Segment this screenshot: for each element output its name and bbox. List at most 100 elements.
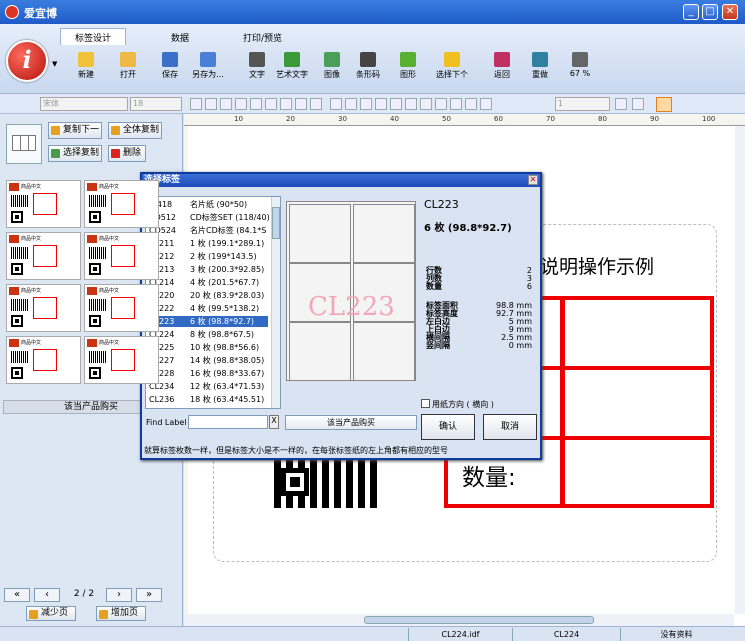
- close-panel-icon[interactable]: [656, 97, 672, 112]
- horizontal-scrollbar[interactable]: [184, 614, 734, 626]
- minimize-button[interactable]: _: [683, 4, 699, 20]
- format-tool-icon[interactable]: [360, 98, 372, 110]
- format-tool-icon[interactable]: [345, 98, 357, 110]
- art-text-button[interactable]: 艺术文字: [272, 52, 312, 80]
- format-tool-icon[interactable]: [250, 98, 262, 110]
- ok-button[interactable]: 确认: [421, 414, 475, 440]
- close-button[interactable]: ✕: [722, 4, 738, 20]
- label-list-item[interactable]: CL220 20 枚 (83.9*28.03): [146, 290, 268, 301]
- label-list-item[interactable]: CL224 8 枚 (98.8*67.5): [146, 329, 268, 340]
- font-size-select[interactable]: 18: [130, 97, 182, 111]
- label-list[interactable]: BJ418 名片纸 (90*50) CD512 CD标签SET (118/40) CD5…: [145, 196, 281, 409]
- label-list-item[interactable]: CL222 4 枚 (99.5*138.2): [146, 303, 268, 314]
- image-label: 图像: [324, 70, 340, 79]
- label-list-item[interactable]: CL212 2 枚 (199*143.5): [146, 251, 268, 262]
- app-menu-button[interactable]: i: [6, 40, 48, 82]
- label-thumbnail[interactable]: 商品中文: [6, 232, 81, 280]
- label-list-item[interactable]: CL227 14 枚 (98.8*38.05): [146, 355, 268, 366]
- prev-page-button[interactable]: ‹: [34, 588, 60, 602]
- tab-2[interactable]: 打印/预览: [228, 28, 297, 45]
- ruler-tick-label: 10: [234, 115, 243, 123]
- label-list-item[interactable]: CL223 6 枚 (98.8*92.7): [146, 316, 268, 327]
- label-list-item[interactable]: CL236 18 枚 (63.4*45.51): [146, 394, 268, 405]
- redo-button[interactable]: 重做: [520, 52, 560, 80]
- format-tool-icon[interactable]: [420, 98, 432, 110]
- first-page-button[interactable]: «: [4, 588, 30, 602]
- maximize-button[interactable]: □: [702, 4, 718, 20]
- format-tool-icon[interactable]: [265, 98, 277, 110]
- label-list-item[interactable]: CD512 CD标签SET (118/40): [146, 212, 270, 223]
- label-list-item[interactable]: CL211 1 枚 (199.1*289.1): [146, 238, 268, 249]
- image-button[interactable]: 图像: [312, 52, 352, 80]
- format-tool-icon[interactable]: [405, 98, 417, 110]
- open-button[interactable]: 打开: [108, 52, 148, 80]
- reduce-page-button[interactable]: 减少页: [26, 606, 76, 621]
- format-tool-icon[interactable]: [632, 98, 644, 110]
- format-tool-icon[interactable]: [390, 98, 402, 110]
- label-thumbnail[interactable]: 商品中文: [84, 284, 159, 332]
- add-page-button[interactable]: 增加页: [96, 606, 146, 621]
- save-button[interactable]: 保存: [150, 52, 190, 80]
- format-tool-icon[interactable]: [205, 98, 217, 110]
- label-list-item[interactable]: CL225 10 枚 (98.8*56.6): [146, 342, 268, 353]
- dialog-close-button[interactable]: ✕: [528, 175, 538, 185]
- format-tool-icon[interactable]: [220, 98, 232, 110]
- delete-button[interactable]: 删除: [108, 145, 146, 162]
- label-list-item[interactable]: CD524 名片CD标签 (84.1*S: [146, 225, 268, 236]
- canvas-title-text[interactable]: 说明操作示例: [540, 252, 654, 279]
- tab-0[interactable]: 标签设计: [60, 28, 127, 45]
- format-tool-icon[interactable]: [615, 98, 627, 110]
- vertical-scrollbar[interactable]: [735, 126, 745, 614]
- copy-all-button[interactable]: 全体复制: [108, 122, 162, 139]
- shape-button[interactable]: 图形: [388, 52, 428, 80]
- format-tool-icon[interactable]: [330, 98, 342, 110]
- format-tool-icon[interactable]: [190, 98, 202, 110]
- format-tool-icon[interactable]: [280, 98, 292, 110]
- orientation-checkbox[interactable]: [421, 399, 430, 408]
- label-list-item[interactable]: CL214 4 枚 (201.5*67.7): [146, 277, 268, 288]
- save-as-button[interactable]: 另存为...: [188, 52, 228, 80]
- layout-icon[interactable]: [6, 124, 42, 164]
- select-next-button[interactable]: 选择下个: [432, 52, 472, 80]
- line-width-select[interactable]: 1: [555, 97, 610, 111]
- format-tool-icon[interactable]: [375, 98, 387, 110]
- barcode-button[interactable]: 条形码: [348, 52, 388, 80]
- label-thumbnail[interactable]: 商品中文: [84, 180, 159, 228]
- last-page-button[interactable]: »: [136, 588, 162, 602]
- copy-next-button[interactable]: 复制下一: [48, 122, 102, 139]
- font-select[interactable]: 宋体: [40, 97, 128, 111]
- find-label-input[interactable]: [188, 415, 268, 429]
- format-tool-icon[interactable]: [310, 98, 322, 110]
- undo-button[interactable]: 返回: [482, 52, 522, 80]
- format-tool-icon[interactable]: [295, 98, 307, 110]
- list-scroll-thumb[interactable]: [272, 207, 280, 239]
- label-thumbnail[interactable]: 商品中文: [84, 336, 159, 384]
- zoom-button[interactable]: 67 %: [560, 52, 600, 78]
- select-copy-button[interactable]: 选择复制: [48, 145, 102, 162]
- format-tool-icon[interactable]: [450, 98, 462, 110]
- save-as-icon: [200, 52, 216, 67]
- label-thumbnail[interactable]: 商品中文: [6, 336, 81, 384]
- text-icon: [249, 52, 265, 67]
- label-thumbnail[interactable]: 商品中文: [84, 232, 159, 280]
- next-page-button[interactable]: ›: [106, 588, 132, 602]
- text-button[interactable]: 文字: [237, 52, 277, 80]
- label-thumbnail[interactable]: 商品中文: [6, 284, 81, 332]
- label-list-item[interactable]: CL228 16 枚 (98.8*33.67): [146, 368, 268, 379]
- app-menu-arrow-icon[interactable]: ▼: [52, 60, 57, 68]
- quantity-text[interactable]: 数量:: [462, 458, 516, 492]
- dialog-buy-button[interactable]: 该当产品购买: [285, 415, 417, 430]
- cancel-button[interactable]: 取消: [483, 414, 537, 440]
- format-tool-icon[interactable]: [235, 98, 247, 110]
- format-tool-icon[interactable]: [435, 98, 447, 110]
- label-list-item[interactable]: CL234 12 枚 (63.4*71.53): [146, 381, 268, 392]
- format-tool-icon[interactable]: [465, 98, 477, 110]
- new-button[interactable]: 新建: [66, 52, 106, 80]
- label-list-item[interactable]: BJ418 名片纸 (90*50): [146, 199, 268, 210]
- tab-1[interactable]: 数据: [156, 28, 204, 45]
- format-tool-icon[interactable]: [480, 98, 492, 110]
- scroll-thumb[interactable]: [364, 616, 594, 624]
- clear-find-button[interactable]: X: [269, 415, 279, 429]
- label-list-item[interactable]: CL213 3 枚 (200.3*92.85): [146, 264, 268, 275]
- label-thumbnail[interactable]: 商品中文: [6, 180, 81, 228]
